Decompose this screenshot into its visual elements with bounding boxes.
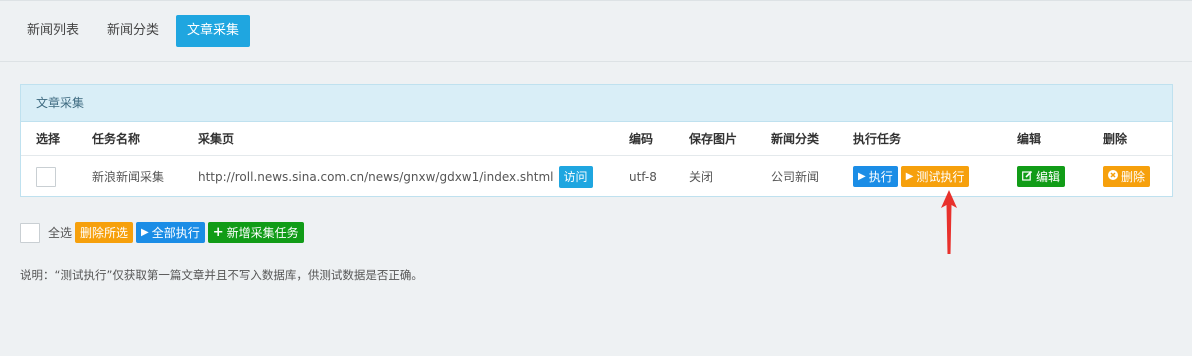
visit-button-label: 访问 xyxy=(563,170,588,184)
column-header-category: 新闻分类 xyxy=(771,132,820,146)
collect-page-url: http://roll.news.sina.com.cn/news/gnxw/g… xyxy=(198,169,554,184)
tab-bar: 新闻列表 新闻分类 文章采集 xyxy=(0,0,1192,62)
row-checkbox[interactable] xyxy=(36,166,56,187)
play-icon: ▶ xyxy=(858,170,866,182)
tab-news-list[interactable]: 新闻列表 xyxy=(16,15,90,47)
play-icon: ▶ xyxy=(905,170,914,182)
delete-selected-button[interactable]: 删除所选 xyxy=(75,222,134,243)
delete-button[interactable]: 删除 xyxy=(1103,166,1151,187)
tab-news-category[interactable]: 新闻分类 xyxy=(96,15,170,47)
edit-button-label: 编辑 xyxy=(1036,170,1061,184)
execute-all-label: 全部执行 xyxy=(151,226,200,240)
red-arrow-annotation xyxy=(938,190,960,259)
tab-article-collect[interactable]: 文章采集 xyxy=(176,15,251,47)
delete-selected-label: 删除所选 xyxy=(80,226,129,240)
plus-icon: + xyxy=(212,225,224,240)
add-task-button[interactable]: + 新增采集任务 xyxy=(207,222,304,243)
visit-button[interactable]: 访问 xyxy=(558,165,593,188)
column-header-select: 选择 xyxy=(36,132,61,146)
column-header-save-images: 保存图片 xyxy=(689,132,738,146)
collect-task-panel: 文章采集 选择 任务名称 采集页 编码 保存图片 新闻分类 执行任务 编辑 删除… xyxy=(20,84,1173,197)
save-images-value: 关闭 xyxy=(689,170,714,184)
column-header-edit: 编辑 xyxy=(1017,132,1042,146)
edit-icon xyxy=(1022,170,1033,184)
panel-title: 文章采集 xyxy=(21,85,1172,122)
test-execute-button-label: 测试执行 xyxy=(916,170,965,184)
test-execute-button[interactable]: ▶ 测试执行 xyxy=(900,166,970,187)
column-header-collect-page: 采集页 xyxy=(198,132,235,146)
column-header-delete: 删除 xyxy=(1103,132,1128,146)
encoding-value: utf-8 xyxy=(629,169,657,184)
task-name: 新浪新闻采集 xyxy=(92,170,165,184)
bulk-action-bar: 全选 删除所选 ▶ 全部执行 + 新增采集任务 xyxy=(20,222,307,243)
execute-button[interactable]: ▶ 执行 xyxy=(853,166,898,187)
column-header-task-name: 任务名称 xyxy=(92,132,141,146)
select-all-label: 全选 xyxy=(48,226,73,240)
execute-button-label: 执行 xyxy=(868,170,893,184)
column-header-encoding: 编码 xyxy=(629,132,654,146)
edit-button[interactable]: 编辑 xyxy=(1017,166,1066,187)
note-text: 说明：“测试执行”仅获取第一篇文章并且不写入数据库，供测试数据是否正确。 xyxy=(20,268,423,282)
add-task-label: 新增采集任务 xyxy=(226,226,299,240)
delete-button-label: 删除 xyxy=(1121,170,1146,184)
table-row: 新浪新闻采集 http://roll.news.sina.com.cn/news… xyxy=(21,156,1172,197)
play-icon: ▶ xyxy=(141,226,149,238)
times-circle-icon xyxy=(1108,170,1118,183)
select-all-checkbox[interactable] xyxy=(20,222,40,243)
execute-all-button[interactable]: ▶ 全部执行 xyxy=(136,222,205,243)
category-value: 公司新闻 xyxy=(771,170,820,184)
column-header-execute: 执行任务 xyxy=(853,132,902,146)
table-header: 选择 任务名称 采集页 编码 保存图片 新闻分类 执行任务 编辑 删除 xyxy=(21,122,1172,156)
